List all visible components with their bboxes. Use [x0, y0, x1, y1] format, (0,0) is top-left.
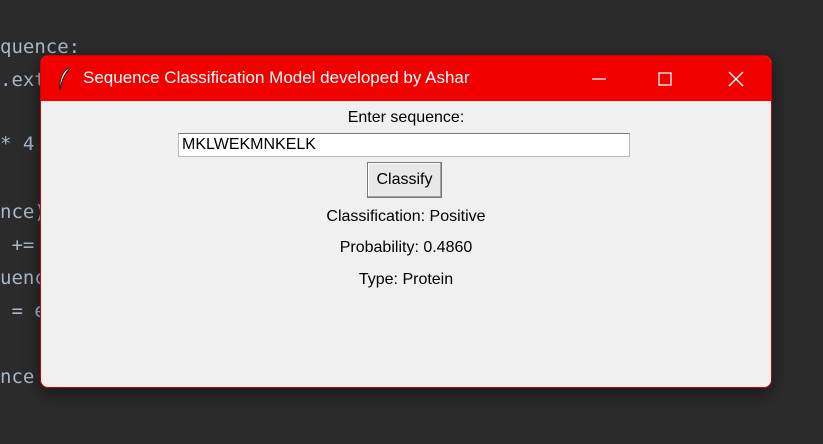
- probability-result: Probability: 0.4860: [339, 239, 473, 256]
- maximize-button[interactable]: [642, 56, 688, 101]
- minimize-icon: [592, 77, 606, 80]
- close-button[interactable]: [713, 56, 759, 101]
- window-content: Enter sequence: Classify Classification:…: [41, 101, 771, 387]
- code-line: * 4: [0, 133, 35, 155]
- sequence-prompt-label: Enter sequence:: [347, 109, 465, 126]
- code-line: quence:: [0, 36, 81, 58]
- maximize-icon: [658, 71, 672, 86]
- title-bar[interactable]: Sequence Classification Model developed …: [41, 56, 771, 101]
- code-line: nce: [0, 366, 35, 388]
- minimize-button[interactable]: [576, 56, 622, 101]
- close-icon: [728, 71, 744, 86]
- classification-result: Classification: Positive: [326, 208, 486, 225]
- window-title: Sequence Classification Model developed …: [83, 68, 470, 87]
- type-result: Type: Protein: [358, 271, 454, 288]
- code-line: +=: [0, 234, 35, 256]
- code-line: .ext: [0, 69, 46, 91]
- code-line: = e: [0, 300, 46, 322]
- sequence-input[interactable]: [178, 133, 630, 157]
- code-line: uenc: [0, 267, 46, 289]
- feather-icon: [59, 67, 71, 90]
- app-window: Sequence Classification Model developed …: [40, 55, 772, 388]
- classify-button[interactable]: Classify: [367, 162, 442, 198]
- code-line: nce): [0, 201, 46, 223]
